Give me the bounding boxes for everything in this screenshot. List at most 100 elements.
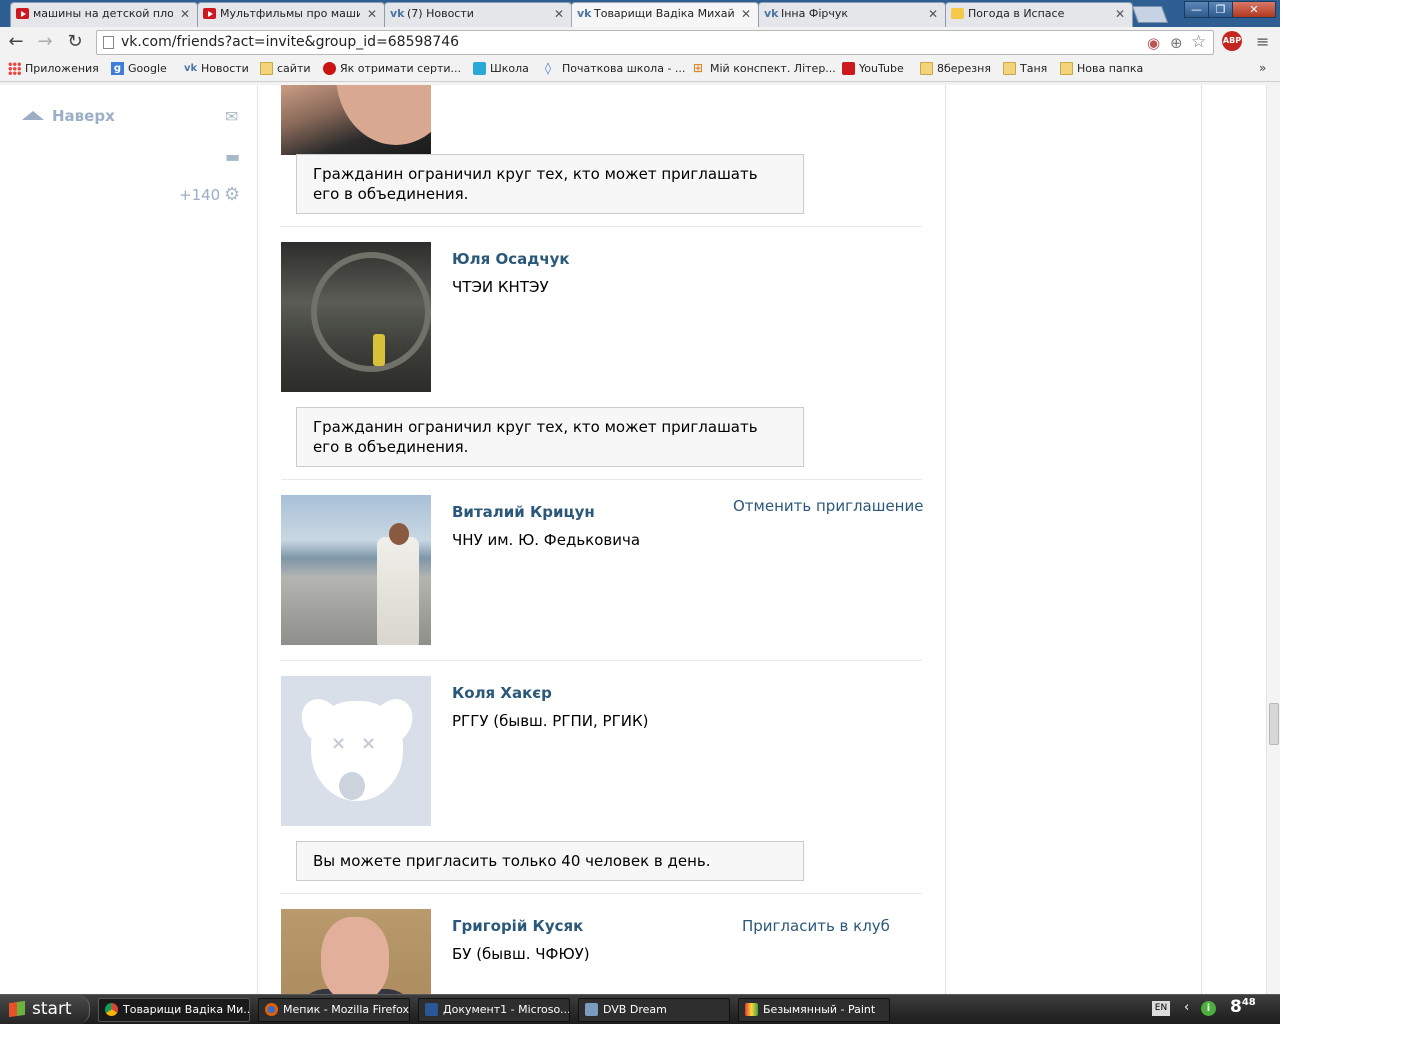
bookmark-news[interactable]: vk Новости: [184, 62, 249, 75]
bookmark-label: Школа: [490, 62, 529, 75]
close-icon[interactable]: ✕: [180, 3, 190, 25]
tab-title: машины на детской пло: [33, 7, 173, 20]
bookmark-certificate[interactable]: Як отримати серти...: [323, 62, 461, 75]
bookmark-label: Новости: [201, 62, 249, 75]
close-icon[interactable]: ✕: [1115, 3, 1125, 25]
apps-icon: [8, 62, 21, 75]
tray-expand-icon[interactable]: ‹: [1184, 1000, 1189, 1015]
bookmark-folder-sites[interactable]: сайти: [260, 62, 311, 75]
menu-icon[interactable]: ≡: [1256, 32, 1269, 51]
taskbar-item-firefox[interactable]: Мепик - Mozilla Firefox: [258, 998, 410, 1022]
page-scrollbar[interactable]: [1266, 85, 1280, 994]
bookmark-label: Google: [128, 62, 167, 75]
taskbar-item-dvb[interactable]: DVB Dream: [578, 998, 730, 1022]
scroll-to-top-link[interactable]: Наверх: [22, 107, 115, 125]
folder-icon: [1003, 62, 1016, 75]
bookmark-google[interactable]: g Google: [111, 62, 167, 75]
friend-avatar[interactable]: [281, 85, 431, 155]
zoom-icon[interactable]: ⊕: [1170, 34, 1183, 52]
browser-toolbar: ← → ↻ vk.com/friends?act=invite&group_id…: [0, 27, 1280, 58]
bookmark-label: Мій конспект. Літер...: [710, 62, 836, 75]
cart-icon: ⊞: [693, 61, 704, 75]
bookmark-konspekt[interactable]: ⊞ Мій конспект. Літер...: [693, 61, 836, 76]
bookmark-primary-school[interactable]: ◊ Початкова школа - ...: [545, 62, 685, 76]
bookmark-folder-8march[interactable]: 8березня: [920, 62, 991, 75]
mail-icon[interactable]: ✉: [225, 107, 238, 126]
taskbar-item-chrome[interactable]: Товарищи Вадіка Ми...: [98, 998, 250, 1022]
restore-button[interactable]: ❐: [1208, 1, 1233, 18]
folder-icon: [920, 62, 933, 75]
invite-limit-notice: Вы можете пригласить только 40 человек в…: [296, 841, 804, 881]
bookmark-label: Таня: [1020, 62, 1048, 75]
minimize-button[interactable]: —: [1184, 1, 1209, 18]
task-label: Документ1 - Microso...: [443, 1003, 570, 1016]
google-icon: g: [111, 62, 124, 75]
friend-avatar[interactable]: [281, 909, 431, 994]
reload-button[interactable]: ↻: [63, 31, 87, 53]
page-icon: [103, 36, 114, 49]
close-icon[interactable]: ✕: [367, 3, 377, 25]
folder-icon: [260, 62, 273, 75]
bookmark-label: 8березня: [937, 62, 991, 75]
tab-title: (7) Новости: [407, 7, 474, 20]
tab-0[interactable]: машины на детской пло ✕: [10, 2, 198, 27]
invite-restricted-notice: Гражданин ограничил круг тех, кто может …: [296, 407, 804, 467]
start-label: start: [32, 999, 72, 1019]
friend-university: БУ (бывш. ЧФЮУ): [452, 945, 590, 963]
friend-university: ЧТЭИ КНТЭУ: [452, 278, 549, 296]
tab-3-active[interactable]: vk Товарищи Вадіка Михайл ✕: [571, 2, 759, 27]
system-tray: EN ‹ i 848: [1145, 995, 1280, 1024]
friend-name[interactable]: Виталий Крицун: [452, 503, 595, 521]
close-icon[interactable]: ✕: [928, 3, 938, 25]
start-button[interactable]: start: [0, 995, 90, 1024]
language-indicator[interactable]: EN: [1152, 1001, 1170, 1016]
star-icon[interactable]: ☆: [1191, 32, 1206, 52]
back-button[interactable]: ←: [4, 31, 28, 53]
close-icon[interactable]: ✕: [741, 3, 751, 25]
scrollbar-thumb[interactable]: [1269, 703, 1279, 745]
taskbar-item-paint[interactable]: Безымянный - Paint: [738, 998, 890, 1022]
blocked-cookie-icon[interactable]: ◉: [1147, 34, 1160, 52]
tab-5[interactable]: Погода в Испасе ✕: [945, 2, 1133, 27]
adblock-icon[interactable]: ABP: [1222, 31, 1242, 51]
tab-1[interactable]: Мультфильмы про маши ✕: [197, 2, 385, 27]
new-tab-button[interactable]: [1131, 6, 1169, 23]
vk-icon: vk: [184, 63, 198, 74]
tab-2[interactable]: vk (7) Новости ✕: [384, 2, 572, 27]
bookmarks-more-button[interactable]: »: [1259, 61, 1266, 75]
friend-name[interactable]: Коля Хакєр: [452, 684, 552, 702]
cancel-invite-link[interactable]: Отменить приглашение: [733, 497, 923, 515]
close-icon[interactable]: ✕: [554, 3, 564, 25]
friend-name[interactable]: Григорій Кусяк: [452, 917, 583, 935]
bookmark-folder-tanya[interactable]: Таня: [1003, 62, 1047, 75]
divider: [281, 660, 922, 661]
friend-avatar[interactable]: [281, 242, 431, 392]
bookmark-youtube[interactable]: YouTube: [842, 62, 904, 75]
tab-title: Мультфильмы про маши: [220, 7, 360, 20]
right-column: [946, 85, 1202, 994]
clock-hour: 8: [1230, 997, 1242, 1017]
tab-4[interactable]: vk Інна Фірчук ✕: [758, 2, 946, 27]
address-bar[interactable]: vk.com/friends?act=invite&group_id=68598…: [96, 30, 1214, 55]
bookmark-school[interactable]: Школа: [473, 62, 529, 75]
school-icon: [473, 62, 486, 75]
bookmark-apps[interactable]: Приложения: [8, 62, 99, 75]
window-close-button[interactable]: ✕: [1232, 1, 1276, 18]
task-label: DVB Dream: [603, 1003, 667, 1016]
bookmark-folder-new[interactable]: Нова папка: [1060, 62, 1143, 75]
taskbar-item-word[interactable]: Документ1 - Microso...: [418, 998, 570, 1022]
friend-name[interactable]: Юля Осадчук: [452, 250, 570, 268]
gear-icon[interactable]: ⚙: [224, 184, 240, 205]
friend-avatar[interactable]: [281, 495, 431, 645]
youtube-icon: [16, 8, 29, 19]
info-icon[interactable]: i: [1201, 1001, 1216, 1016]
forward-button[interactable]: →: [33, 31, 57, 53]
friend-avatar-placeholder[interactable]: × ×: [281, 676, 431, 826]
chat-icon[interactable]: ▬: [225, 147, 240, 166]
red-circle-icon: [323, 62, 336, 75]
clock[interactable]: 848: [1230, 997, 1256, 1017]
invite-to-club-link[interactable]: Пригласить в клуб: [742, 917, 890, 935]
dvb-icon: [585, 1003, 598, 1016]
notification-counter[interactable]: +140: [179, 186, 220, 204]
vk-icon: vk: [577, 7, 592, 20]
